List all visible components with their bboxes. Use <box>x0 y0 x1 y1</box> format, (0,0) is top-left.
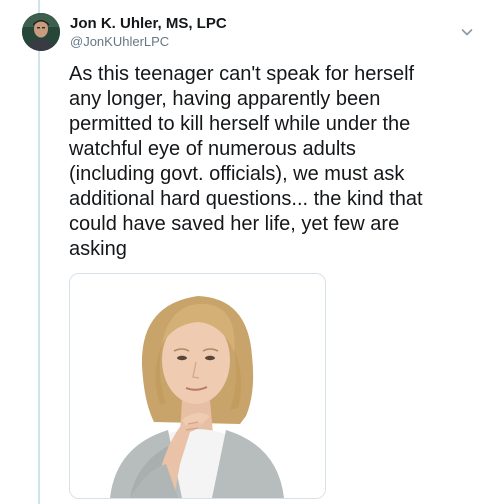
author-handle[interactable]: @JonKUhlerLPC <box>70 33 227 50</box>
avatar-photo-icon <box>22 13 60 51</box>
tweet-header: Jon K. Uhler, MS, LPC @JonKUhlerLPC <box>70 14 227 50</box>
author-avatar[interactable] <box>22 13 60 51</box>
tweet-media-photo[interactable] <box>69 273 326 499</box>
tweet-card[interactable]: Jon K. Uhler, MS, LPC @JonKUhlerLPC As t… <box>0 0 500 504</box>
author-display-name[interactable]: Jon K. Uhler, MS, LPC <box>70 14 227 33</box>
thinking-woman-photo-icon <box>70 274 325 498</box>
tweet-menu-button[interactable] <box>459 24 475 40</box>
chevron-down-icon <box>461 29 473 36</box>
tweet-text: As this teenager can't speak for herself… <box>69 63 423 260</box>
